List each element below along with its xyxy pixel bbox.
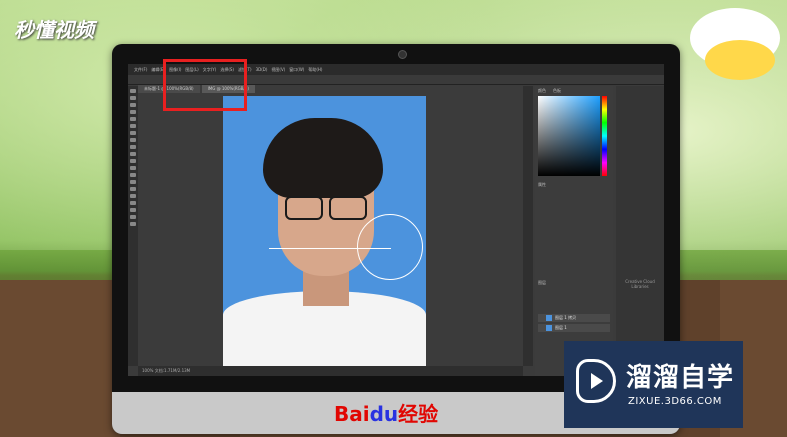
move-tool-icon[interactable] — [130, 89, 136, 93]
panel-icons-bar — [523, 86, 533, 366]
quick-select-tool-icon[interactable] — [130, 110, 136, 114]
badge-url: ZIXUE.3D66.COM — [628, 396, 722, 407]
lasso-tool-icon[interactable] — [130, 103, 136, 107]
crop-tool-icon[interactable] — [130, 117, 136, 121]
marquee-tool-icon[interactable] — [130, 96, 136, 100]
badge-name: 溜溜自学 — [626, 363, 735, 393]
hand-tool-icon[interactable] — [130, 215, 136, 219]
glasses — [281, 196, 371, 220]
cloud — [705, 40, 775, 80]
menu-window[interactable]: 窗口(W) — [289, 67, 304, 73]
color-picker-field[interactable] — [538, 96, 600, 176]
healing-tool-icon[interactable] — [130, 131, 136, 135]
blur-tool-icon[interactable] — [130, 173, 136, 177]
zixue-badge: 溜溜自学 ZIXUE.3D66.COM — [564, 341, 743, 428]
libraries-note: Creative Cloud Libraries — [625, 279, 655, 289]
site-logo: 秒懂视频 — [14, 18, 94, 42]
hue-slider[interactable] — [602, 96, 607, 176]
menu-file[interactable]: 文件(F) — [134, 67, 147, 73]
layer-name: 图层 1 拷贝 — [555, 315, 577, 320]
shape-tool-icon[interactable] — [130, 208, 136, 212]
dodge-tool-icon[interactable] — [130, 180, 136, 184]
photo-canvas[interactable] — [223, 96, 426, 367]
menu-3d[interactable]: 3D(D) — [256, 67, 268, 72]
menu-view[interactable]: 视图(V) — [271, 67, 285, 73]
history-brush-tool-icon[interactable] — [130, 152, 136, 156]
lens-left — [285, 196, 323, 220]
layer-row[interactable]: 图层 1 — [538, 324, 610, 332]
stamp-tool-icon[interactable] — [130, 145, 136, 149]
layer-thumbnail — [546, 315, 552, 321]
layer-row[interactable]: 图层 1 拷贝 — [538, 314, 610, 322]
camera-icon — [398, 50, 407, 59]
lens-right — [329, 196, 367, 220]
pen-tool-icon[interactable] — [130, 187, 136, 191]
path-select-tool-icon[interactable] — [130, 201, 136, 205]
gradient-tool-icon[interactable] — [130, 166, 136, 170]
play-icon — [576, 359, 616, 403]
eraser-tool-icon[interactable] — [130, 159, 136, 163]
swatches-panel-title[interactable]: 色板 — [553, 88, 561, 94]
eyedropper-tool-icon[interactable] — [130, 124, 136, 128]
tools-panel — [128, 86, 138, 366]
properties-panel-title[interactable]: 属性 — [538, 182, 546, 188]
cursor-circle — [357, 214, 423, 280]
color-panel-title[interactable]: 颜色 — [538, 88, 546, 94]
layer-thumbnail — [546, 325, 552, 331]
type-tool-icon[interactable] — [130, 194, 136, 198]
layer-name: 图层 1 — [555, 325, 567, 330]
menu-help[interactable]: 帮助(H) — [308, 67, 322, 73]
layers-panel-title[interactable]: 图层 — [538, 280, 546, 286]
brush-tool-icon[interactable] — [130, 138, 136, 142]
libraries-panel — [616, 86, 664, 376]
hair — [263, 118, 383, 198]
highlight-box — [163, 59, 247, 111]
status-bar: 100% 文档:1.71M/2.13M — [138, 366, 523, 376]
zoom-tool-icon[interactable] — [130, 222, 136, 226]
baidu-logo: Baidu经验 — [334, 402, 439, 426]
